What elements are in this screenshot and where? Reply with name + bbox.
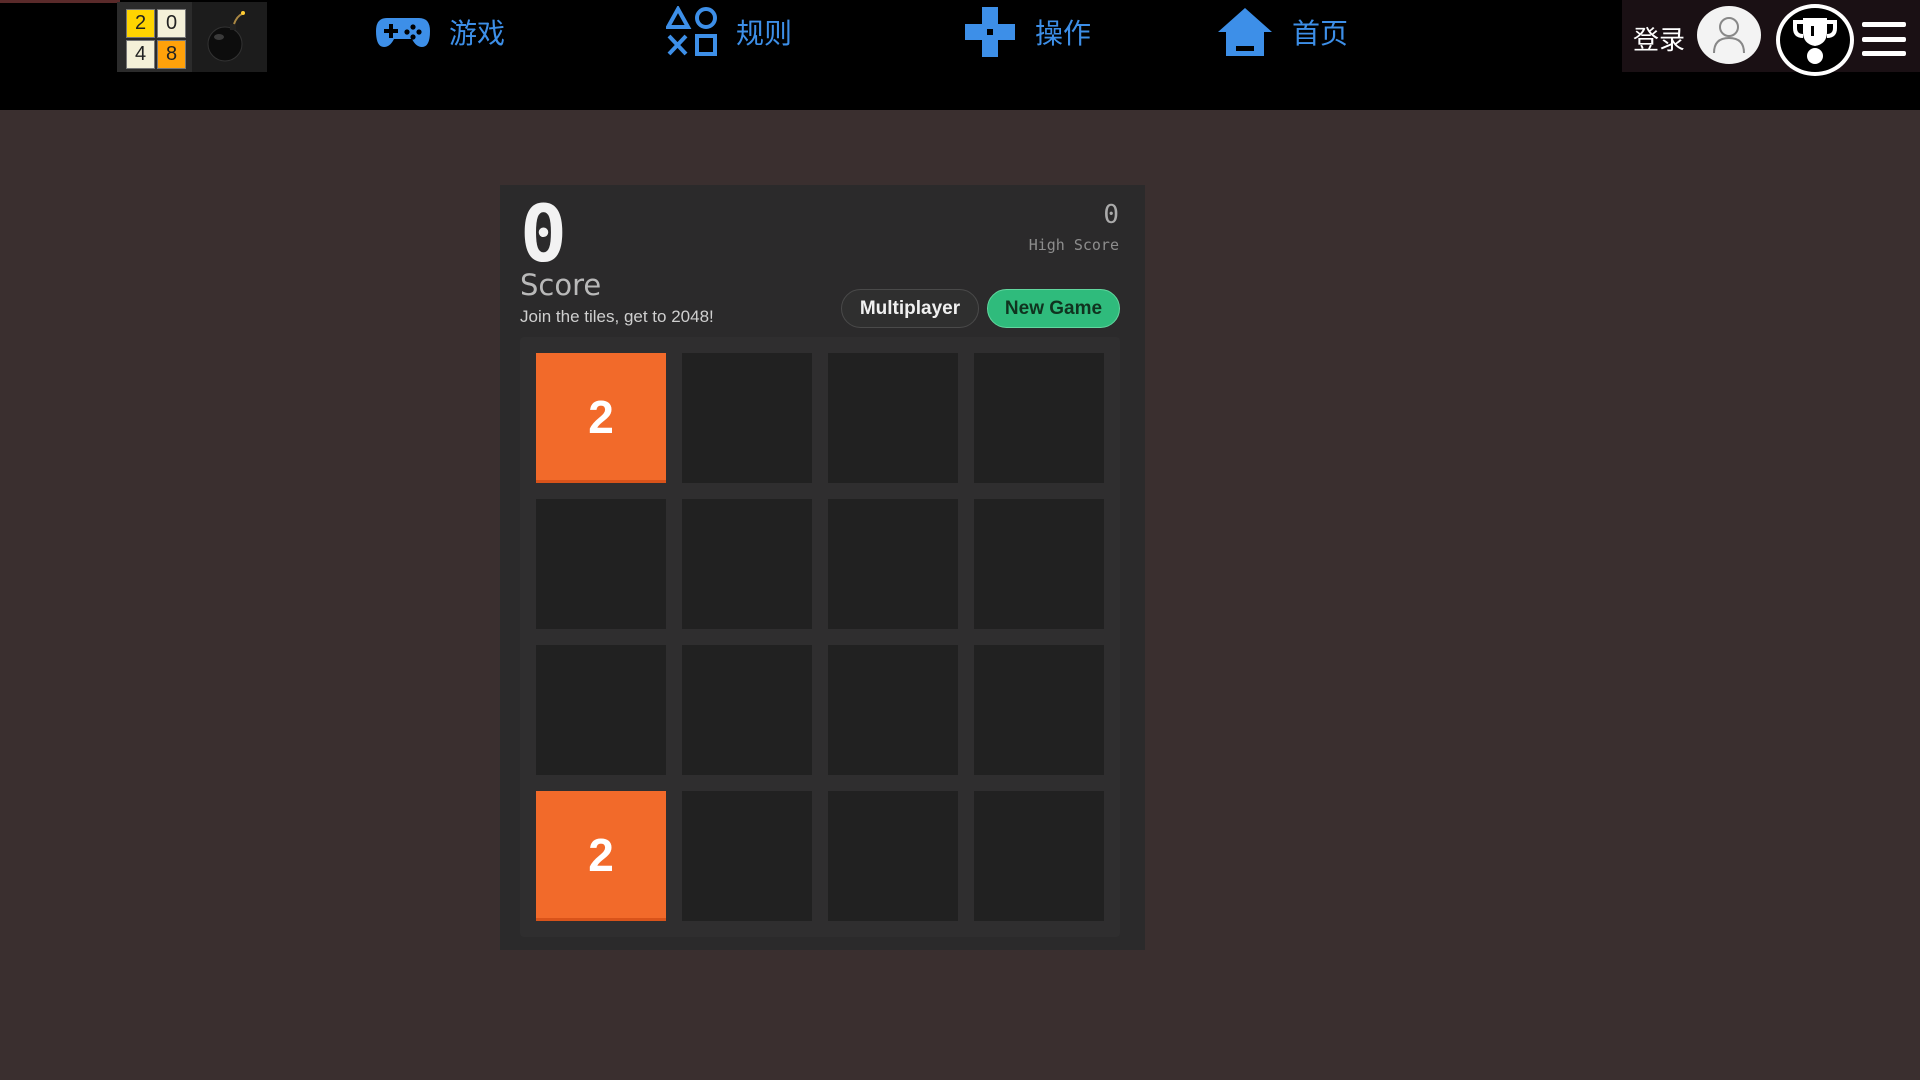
nav-label: 规则 [736,18,793,49]
hamburger-menu-icon[interactable] [1862,22,1906,56]
nav-item-rules[interactable]: 规则 [666,0,792,64]
decorative-line [0,0,120,3]
tile: 2 [536,791,666,921]
grid-cell [536,645,666,775]
new-game-button[interactable]: New Game [987,289,1120,328]
score-label: Score [520,268,602,302]
menu-line [1862,51,1906,56]
nav-label: 操作 [1035,18,1092,49]
home-icon [1218,8,1272,56]
nav-item-game[interactable]: 游戏 [375,0,505,64]
grid-cell [974,499,1104,629]
grid-cell [828,499,958,629]
grid-cell [682,353,812,483]
grid-cell [974,645,1104,775]
gamepad-icon [376,18,430,47]
logo-tile: 8 [157,40,186,69]
high-score-value: 0 [1103,200,1119,230]
grid-cell [828,791,958,921]
nav-label: 游戏 [449,18,506,49]
grid-cell [974,353,1104,483]
playstation-shapes-icon [666,6,717,56]
high-score-label: High Score [1028,236,1119,254]
game-board[interactable]: 22 [520,337,1120,937]
score-value: 0 [520,190,567,280]
grid-cell [682,791,812,921]
grid-cell [682,645,812,775]
bomb-icon[interactable] [192,2,267,72]
grid-cell [828,353,958,483]
logo-2048[interactable]: 2 0 4 8 [117,2,192,72]
trophy-icon[interactable] [1776,4,1854,76]
nav-item-home[interactable]: 首页 [1216,0,1348,64]
grid-cell [536,499,666,629]
grid-cell [974,791,1104,921]
user-icon[interactable] [1697,6,1761,64]
menu-line [1862,22,1906,27]
nav-label: 首页 [1292,18,1349,49]
multiplayer-button[interactable]: Multiplayer [841,289,979,328]
dpad-icon [965,7,1015,57]
menu-line [1862,36,1906,42]
grid-cell [828,645,958,775]
game-tagline: Join the tiles, get to 2048! [520,307,714,326]
nav-item-controls[interactable]: 操作 [963,0,1091,64]
login-link[interactable]: 登录 [1633,20,1685,57]
logo-tile: 0 [157,9,186,38]
logo-tile: 2 [126,9,155,38]
grid-cell [682,499,812,629]
logo-tile: 4 [126,40,155,69]
tile: 2 [536,353,666,483]
